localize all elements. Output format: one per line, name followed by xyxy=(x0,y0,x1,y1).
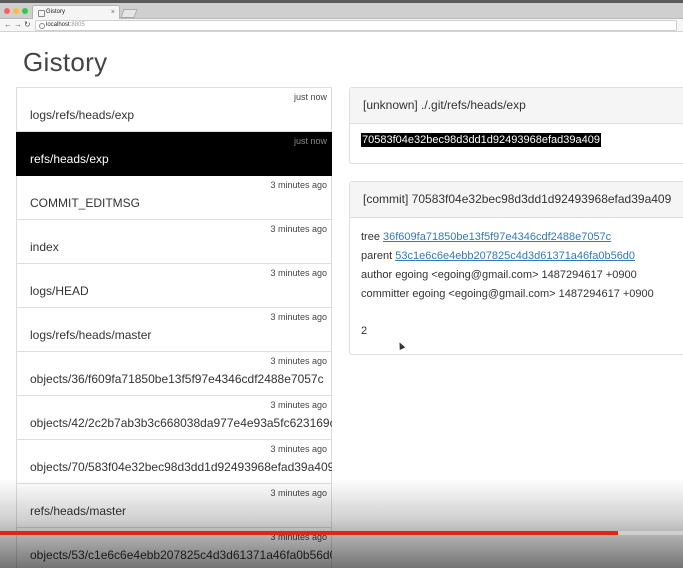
commit-author-line: author egoing <egoing@gmail.com> 1487294… xyxy=(361,269,637,281)
ref-name: refs/heads/exp xyxy=(30,152,109,166)
ref-list-item[interactable]: 3 minutes ago logs/HEAD xyxy=(16,264,332,308)
url-host: localhost xyxy=(46,22,70,28)
commit-panel: [commit] 70583f04e32bec98d3dd1d92493968e… xyxy=(349,181,683,355)
unknown-panel: [unknown] ./.git/refs/heads/exp 70583f04… xyxy=(349,87,683,164)
ref-list-item[interactable]: 3 minutes ago COMMIT_EDITMSG xyxy=(16,176,332,220)
page-icon xyxy=(38,10,45,17)
minimize-window-button[interactable] xyxy=(13,8,19,14)
ref-timestamp: 3 minutes ago xyxy=(270,268,327,278)
video-progress-bar[interactable] xyxy=(0,531,683,535)
ref-timestamp: just now xyxy=(293,136,327,146)
info-icon xyxy=(39,23,45,29)
ref-name: logs/refs/heads/exp xyxy=(30,108,135,122)
address-bar[interactable]: localhost:8805 xyxy=(35,20,677,31)
video-progress-fill xyxy=(0,531,619,535)
page-title: Gistory xyxy=(23,47,108,77)
detail-column: [unknown] ./.git/refs/heads/exp 70583f04… xyxy=(349,87,683,355)
unknown-panel-heading: [unknown] ./.git/refs/heads/exp xyxy=(350,88,683,124)
parent-label: parent xyxy=(361,250,396,262)
ref-list-item[interactable]: 3 minutes ago logs/refs/heads/master xyxy=(16,308,332,352)
url-port: :8805 xyxy=(69,22,85,28)
reload-icon[interactable]: ↻ xyxy=(24,19,31,31)
ref-list-item[interactable]: just now logs/refs/heads/exp xyxy=(16,87,332,132)
ref-list-item[interactable]: just now refs/heads/exp xyxy=(16,132,332,176)
ref-timestamp: 3 minutes ago xyxy=(270,180,327,190)
ref-list-item[interactable]: 3 minutes ago index xyxy=(16,220,332,264)
ref-name: objects/42/2c2b7ab3b3c668038da977e4e93a5… xyxy=(30,416,332,430)
browser-tab[interactable]: Gistory × xyxy=(32,5,120,19)
commit-panel-heading: [commit] 70583f04e32bec98d3dd1d92493968e… xyxy=(350,182,683,218)
forward-arrow-icon[interactable]: → xyxy=(14,19,22,31)
ref-name: COMMIT_EDITMSG xyxy=(30,196,140,210)
maximize-window-button[interactable] xyxy=(22,8,28,14)
tab-bar: Gistory × xyxy=(0,3,683,19)
back-arrow-icon[interactable]: ← xyxy=(4,19,12,31)
ref-name: index xyxy=(30,240,59,254)
ref-timestamp: 3 minutes ago xyxy=(270,224,327,234)
commit-message: 2 xyxy=(361,325,368,337)
ref-name: objects/36/f609fa71850be13f5f97e4346cdf2… xyxy=(30,372,324,386)
tree-hash-link[interactable]: 36f609fa71850be13f5f97e4346cdf2488e7057c xyxy=(383,231,611,243)
new-tab-button[interactable] xyxy=(120,9,138,18)
close-icon[interactable]: × xyxy=(111,6,115,19)
ref-list-item[interactable]: 3 minutes ago objects/36/f609fa71850be13f… xyxy=(16,352,332,396)
parent-hash-link[interactable]: 53c1e6c6e4ebb207825c4d3d61371a46fa0b56d0 xyxy=(395,250,635,262)
ref-timestamp: just now xyxy=(293,92,327,102)
ref-timestamp: 3 minutes ago xyxy=(270,444,327,454)
ref-name: logs/refs/heads/master xyxy=(30,328,152,342)
ref-name: objects/70/583f04e32bec98d3dd1d92493968e… xyxy=(30,460,332,474)
ref-hash-value: 70583f04e32bec98d3dd1d92493968efad39a409 xyxy=(361,133,601,147)
ref-timestamp: 3 minutes ago xyxy=(270,312,327,322)
ref-list-item[interactable]: 3 minutes ago objects/42/2c2b7ab3b3c66803… xyxy=(16,396,332,440)
browser-toolbar: ← → ↻ localhost:8805 xyxy=(0,19,683,32)
ref-name: logs/HEAD xyxy=(30,284,89,298)
tree-label: tree xyxy=(361,231,384,243)
commit-committer-line: committer egoing <egoing@gmail.com> 1487… xyxy=(361,288,654,300)
tab-title: Gistory xyxy=(46,9,66,15)
commit-parent-line: parent 53c1e6c6e4ebb207825c4d3d61371a46f… xyxy=(361,247,679,266)
close-window-button[interactable] xyxy=(4,8,10,14)
video-controls-shade xyxy=(0,478,683,568)
ref-timestamp: 3 minutes ago xyxy=(270,356,327,366)
commit-tree-line: tree 36f609fa71850be13f5f97e4346cdf2488e… xyxy=(361,228,679,247)
ref-timestamp: 3 minutes ago xyxy=(270,400,327,410)
